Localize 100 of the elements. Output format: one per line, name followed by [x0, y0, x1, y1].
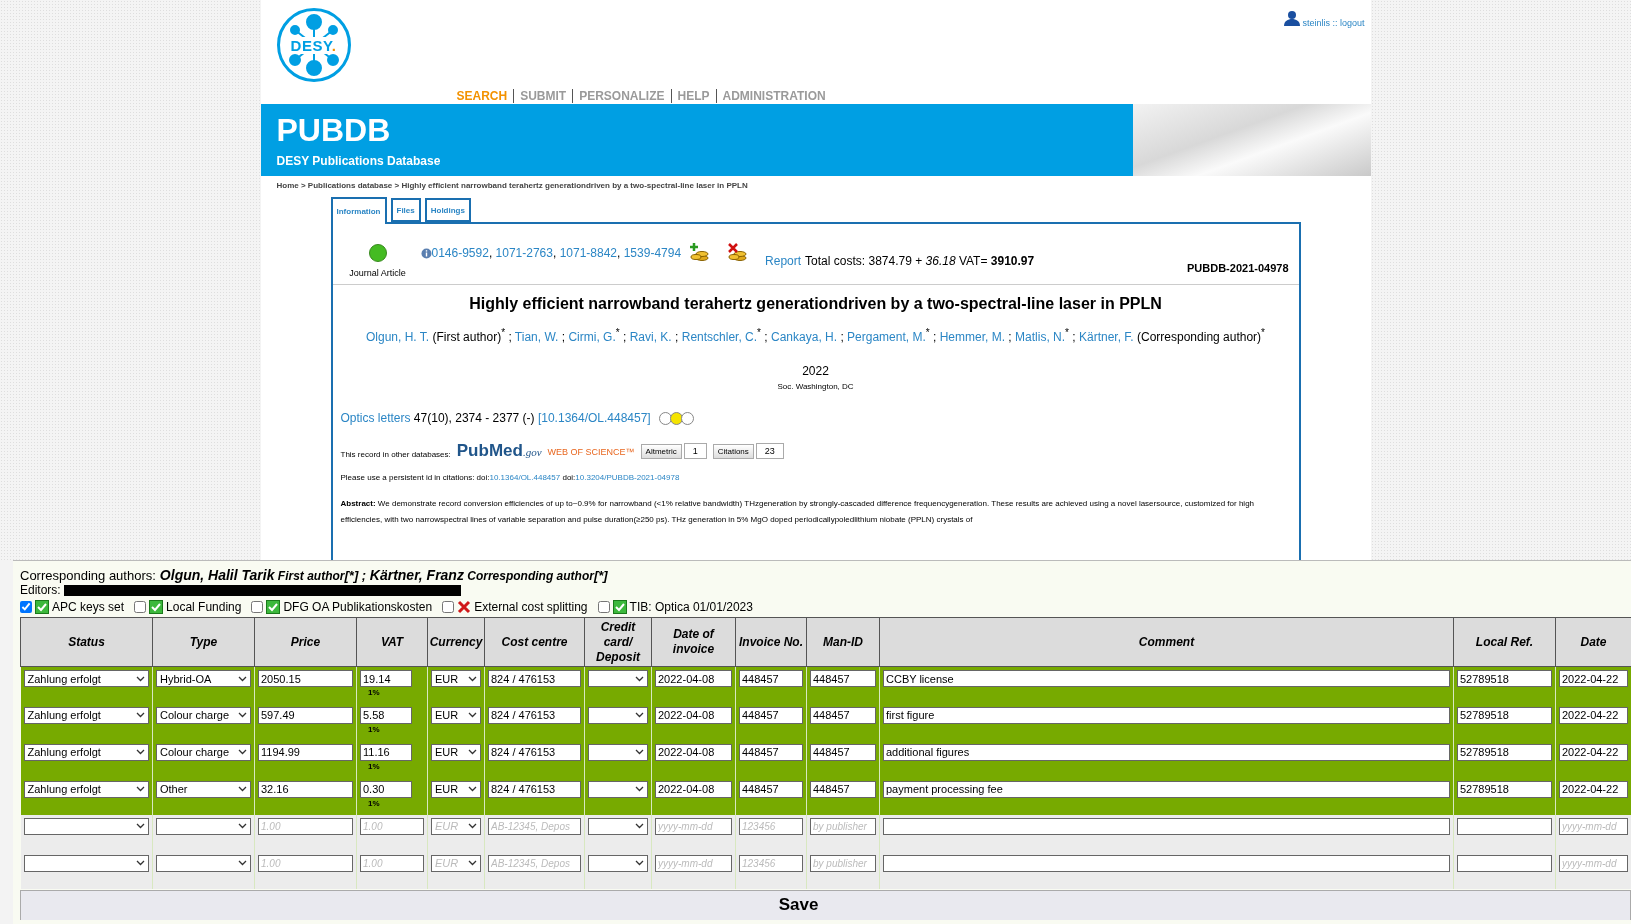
checkbox[interactable] — [134, 601, 147, 613]
input-field[interactable]: yyyy-mm-dd — [1559, 854, 1628, 872]
input-field[interactable]: 2022-04-22 — [1559, 743, 1628, 761]
dropdown[interactable]: Other — [156, 780, 251, 798]
input-field[interactable]: 1.00 — [360, 854, 424, 872]
dropdown[interactable]: Colour charge — [156, 706, 251, 724]
issn-link[interactable]: 0146-9592 — [431, 246, 489, 260]
input-field[interactable]: yyyy-mm-dd — [655, 817, 732, 835]
input-field[interactable]: 448457 — [810, 743, 876, 761]
input-field[interactable]: 52789518 — [1457, 743, 1552, 761]
input-field[interactable]: first figure — [883, 706, 1450, 724]
logout-link[interactable]: steinlis :: logout — [1302, 10, 1365, 28]
input-field[interactable]: 52789518 — [1457, 670, 1552, 687]
input-field[interactable]: 11.16 — [360, 743, 412, 761]
dropdown[interactable] — [588, 706, 648, 724]
author-link[interactable]: Cankaya, H. — [771, 330, 838, 344]
input-field[interactable]: 824 / 476153 — [488, 780, 581, 798]
dropdown[interactable]: Zahlung erfolgt — [23, 743, 149, 761]
input-field[interactable]: 5.58 — [360, 706, 412, 724]
doi-link[interactable]: 10.1364/OL.448457 — [489, 473, 561, 482]
input-field[interactable]: 2022-04-08 — [655, 780, 732, 798]
dropdown[interactable]: EUR — [431, 743, 481, 761]
input-field[interactable]: by publisher — [810, 817, 876, 835]
input-field[interactable]: 448457 — [739, 706, 803, 724]
checkbox[interactable] — [251, 601, 264, 613]
input-field[interactable]: AB-12345, Depos — [488, 817, 581, 835]
input-field[interactable]: CCBY license — [883, 670, 1450, 687]
doi-link[interactable]: 10.3204/PUBDB-2021-04978 — [575, 473, 680, 482]
input-field[interactable] — [883, 817, 1450, 835]
input-field[interactable]: additional figures — [883, 743, 1450, 761]
input-field[interactable]: 2022-04-22 — [1559, 706, 1628, 724]
input-field[interactable]: 2050.15 — [258, 670, 353, 687]
input-field[interactable]: 52789518 — [1457, 780, 1552, 798]
dropdown[interactable]: Zahlung erfolgt — [23, 670, 149, 687]
dropdown[interactable] — [23, 854, 149, 872]
input-field[interactable]: 123456 — [739, 817, 803, 835]
author-link[interactable]: Kärtner, F. — [1079, 330, 1134, 344]
tab[interactable]: Holdings — [424, 198, 471, 222]
doi-link[interactable]: [10.1364/OL.448457] — [537, 411, 651, 425]
input-field[interactable]: 448457 — [739, 780, 803, 798]
dropdown[interactable] — [588, 743, 648, 761]
input-field[interactable]: yyyy-mm-dd — [1559, 817, 1628, 835]
coins-delete-icon[interactable] — [727, 242, 750, 262]
input-field[interactable] — [1457, 817, 1552, 835]
tab[interactable]: Files — [390, 198, 421, 222]
input-field[interactable]: 2022-04-08 — [655, 706, 732, 724]
input-field[interactable]: 1.00 — [258, 817, 353, 835]
dropdown[interactable] — [156, 854, 251, 872]
input-field[interactable]: 824 / 476153 — [488, 670, 581, 687]
author-link[interactable]: Olgun, H. T. — [366, 330, 430, 344]
dropdown[interactable] — [588, 670, 648, 687]
report-link[interactable]: Report — [765, 254, 802, 268]
issn-link[interactable]: 1539-4794 — [623, 246, 682, 260]
input-field[interactable]: 19.14 — [360, 670, 412, 687]
dropdown[interactable]: EUR — [431, 670, 481, 687]
dropdown[interactable]: Zahlung erfolgt — [23, 780, 149, 798]
citations-badge[interactable]: Citations — [712, 444, 754, 459]
input-field[interactable]: 123456 — [739, 854, 803, 872]
input-field[interactable]: 32.16 — [258, 780, 353, 798]
author-link[interactable]: Hemmer, M. — [939, 330, 1006, 344]
input-field[interactable]: 2022-04-22 — [1559, 780, 1628, 798]
input-field[interactable]: 2022-04-08 — [655, 743, 732, 761]
author-link[interactable]: Tian, W. — [514, 330, 559, 344]
dropdown[interactable]: EUR — [431, 706, 481, 724]
dropdown[interactable]: Hybrid-OA — [156, 670, 251, 687]
input-field[interactable]: 2022-04-22 — [1559, 670, 1628, 687]
input-field[interactable]: 2022-04-08 — [655, 670, 732, 687]
input-field[interactable]: 0.30 — [360, 780, 412, 798]
input-field[interactable]: payment processing fee — [883, 780, 1450, 798]
input-field[interactable]: 1.00 — [360, 817, 424, 835]
input-field[interactable]: 1.00 — [258, 854, 353, 872]
checkbox[interactable] — [20, 601, 32, 613]
dropdown[interactable] — [588, 854, 648, 872]
web-of-science-link[interactable]: WEB OF SCIENCE™ — [547, 447, 635, 457]
input-field[interactable]: 1194.99 — [258, 743, 353, 761]
input-field[interactable]: yyyy-mm-dd — [655, 854, 732, 872]
dropdown[interactable]: Colour charge — [156, 743, 251, 761]
tab[interactable]: Information — [330, 197, 387, 224]
dropdown[interactable] — [588, 780, 648, 798]
author-link[interactable]: Ravi, K. — [629, 330, 672, 344]
dropdown[interactable] — [23, 817, 149, 835]
dropdown[interactable] — [156, 817, 251, 835]
input-field[interactable]: 448457 — [739, 670, 803, 687]
dropdown[interactable]: EUR — [431, 780, 481, 798]
checkbox[interactable] — [597, 601, 610, 613]
save-button[interactable]: Save — [20, 889, 1631, 920]
journal-link[interactable]: Optics letters — [340, 411, 411, 425]
pubmed-logo[interactable]: PubMed.gov — [456, 441, 542, 461]
input-field[interactable]: 448457 — [810, 780, 876, 798]
input-field[interactable] — [883, 854, 1450, 872]
altmetric-badge[interactable]: Altmetric — [640, 444, 682, 459]
input-field[interactable]: 448457 — [810, 670, 876, 687]
coins-add-icon[interactable] — [689, 242, 712, 262]
author-link[interactable]: Cirmi, G. — [568, 330, 616, 344]
issn-link[interactable]: 1071-2763 — [495, 246, 553, 260]
input-field[interactable]: AB-12345, Depos — [488, 854, 581, 872]
checkbox[interactable] — [442, 601, 455, 613]
input-field[interactable]: 448457 — [739, 743, 803, 761]
input-field[interactable]: 52789518 — [1457, 706, 1552, 724]
author-link[interactable]: Pergament, M. — [847, 330, 926, 344]
